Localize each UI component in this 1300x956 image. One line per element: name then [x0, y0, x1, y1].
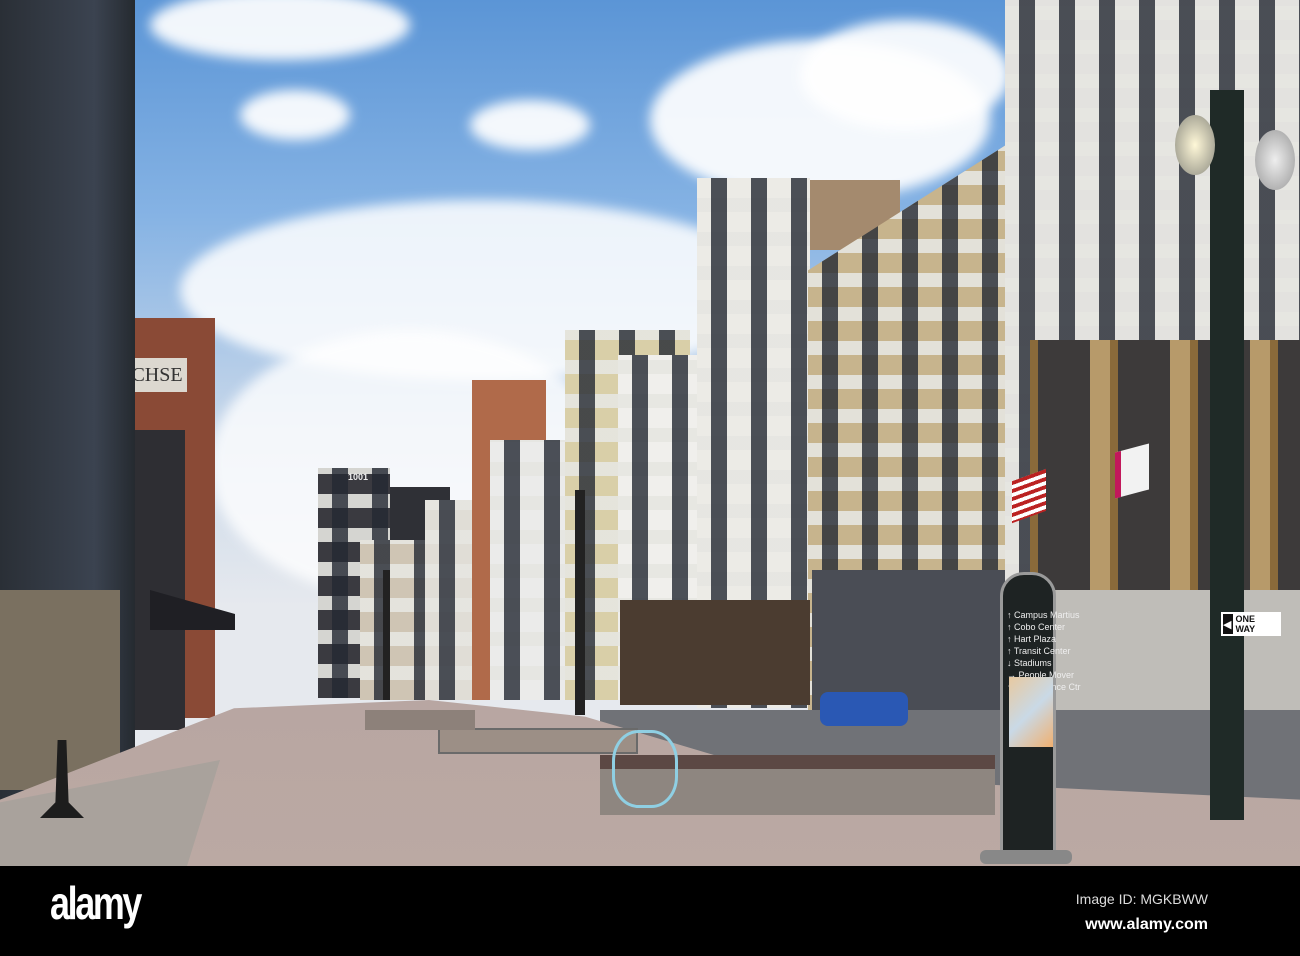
- chse-sign: CHSE: [127, 358, 187, 392]
- cloud: [800, 20, 1010, 130]
- building: [360, 540, 430, 700]
- watermark-bar: alamy Image ID: MGKBWW www.alamy.com: [0, 866, 1300, 956]
- planter: [438, 728, 638, 754]
- wayfinding-item: ↑ Hart Plaza: [1007, 634, 1057, 644]
- wayfinding-sign: ↑ Campus Martius ↑ Cobo Center ↑ Hart Pl…: [1000, 572, 1081, 860]
- cloud: [470, 100, 590, 150]
- building-number: 1001: [348, 472, 369, 482]
- wayfinding-item: ↓ Stadiums: [1007, 658, 1052, 668]
- lamp-globe: [1255, 130, 1295, 190]
- street-lamp-post: [1210, 90, 1244, 820]
- image-id: Image ID: MGKBWW: [1075, 891, 1208, 907]
- street-lamp-post: [383, 570, 390, 700]
- cloud: [150, 0, 410, 60]
- one-way-text: ONE WAY: [1233, 614, 1279, 634]
- street-photo: 1001 CHSE ◀ ONE WAY ↑ Campus Martius ↑ C…: [0, 0, 1300, 866]
- one-way-sign: ◀ ONE WAY: [1221, 612, 1281, 636]
- wayfinding-item: ↑ Transit Center: [1007, 646, 1071, 656]
- planter: [365, 710, 475, 730]
- construction-scaffold: [620, 600, 810, 705]
- banner-flag: [1115, 443, 1149, 499]
- alamy-logo: alamy: [50, 877, 142, 929]
- bicycle: [612, 730, 678, 808]
- street-lamp-post: [575, 490, 585, 715]
- arrow-left-icon: ◀: [1223, 618, 1232, 631]
- white-building: [490, 440, 568, 700]
- lamp-globe: [1175, 115, 1215, 175]
- blue-car: [820, 692, 908, 726]
- storefront: [812, 570, 1006, 710]
- wayfinding-item: ↑ Campus Martius: [1007, 610, 1080, 620]
- sign-base: [980, 850, 1072, 864]
- wayfinding-item: ↑ Cobo Center: [1007, 622, 1066, 632]
- watermark-url: www.alamy.com: [1085, 916, 1208, 933]
- dark-glass-building: [0, 0, 135, 840]
- map-panel: [1009, 677, 1053, 747]
- cloud: [240, 90, 350, 140]
- bronze-windows: [1030, 340, 1300, 590]
